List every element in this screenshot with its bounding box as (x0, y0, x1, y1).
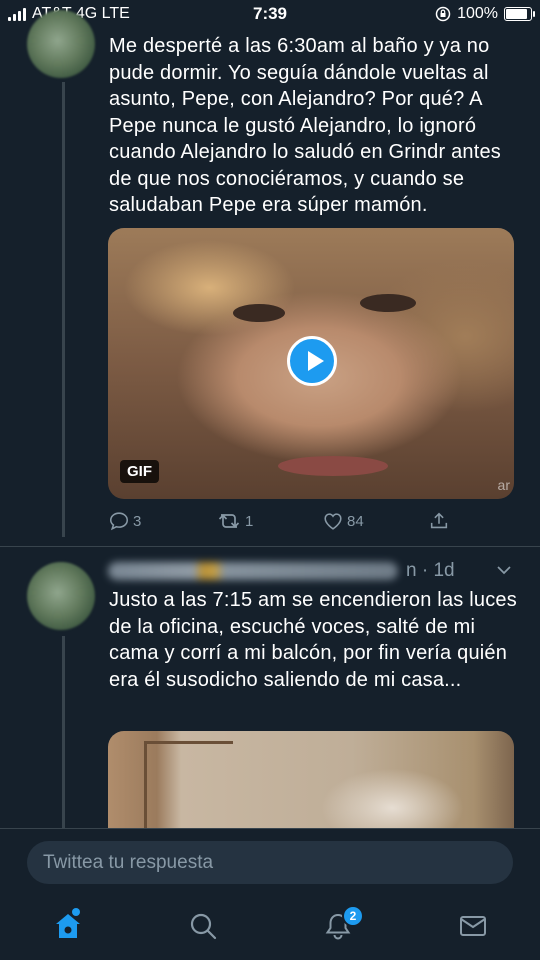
tweet-gif[interactable]: GIF ar (108, 228, 514, 499)
thread-line (62, 82, 65, 537)
tweet-text: Me desperté a las 6:30am al baño y ya no… (109, 35, 501, 216)
face-eye-right (360, 294, 416, 312)
heart-icon (324, 513, 342, 530)
tweet-actions: 3 1 84 (108, 510, 514, 534)
watermark: ar (497, 477, 510, 493)
reply-button[interactable]: 3 (108, 510, 141, 532)
share-button[interactable] (428, 510, 450, 532)
reply-count: 3 (133, 512, 142, 530)
gif-badge: GIF (120, 460, 159, 483)
face-mouth (278, 456, 388, 476)
like-button[interactable]: 84 (322, 510, 364, 532)
mail-icon (460, 916, 486, 936)
tweet-divider (0, 546, 540, 547)
chevron-down-icon[interactable] (496, 564, 512, 576)
tab-search[interactable] (188, 911, 218, 946)
author-name-blurred (108, 562, 398, 580)
notification-badge: 2 (342, 905, 364, 927)
reply-bar (0, 828, 540, 895)
play-icon[interactable] (287, 336, 337, 386)
tweet-feed[interactable]: Me desperté a las 6:30am al baño y ya no… (0, 0, 540, 828)
door-frame (144, 741, 233, 828)
tab-notifications[interactable]: 2 (323, 905, 364, 946)
tweet-header[interactable]: n · 1d (108, 558, 528, 584)
home-unread-dot (72, 908, 80, 916)
avatar[interactable] (27, 562, 95, 630)
thread-line (62, 636, 65, 828)
tab-home[interactable] (53, 908, 83, 946)
share-icon (430, 512, 448, 529)
face-eye-left (233, 304, 285, 322)
tab-bar: 2 (0, 894, 540, 960)
reply-icon (109, 512, 129, 531)
tab-messages[interactable] (458, 911, 488, 946)
tweet-timestamp: n · 1d (406, 560, 455, 581)
search-icon (190, 913, 217, 940)
reply-input[interactable] (27, 841, 513, 884)
retweet-icon (218, 514, 240, 528)
retweet-button[interactable]: 1 (216, 510, 253, 532)
tweet-text: Justo a las 7:15 am se encendieron las l… (109, 589, 517, 691)
avatar[interactable] (27, 10, 95, 78)
retweet-count: 1 (245, 512, 254, 530)
tweet-image[interactable] (108, 731, 514, 828)
like-count: 84 (347, 512, 364, 530)
home-icon (56, 914, 80, 938)
